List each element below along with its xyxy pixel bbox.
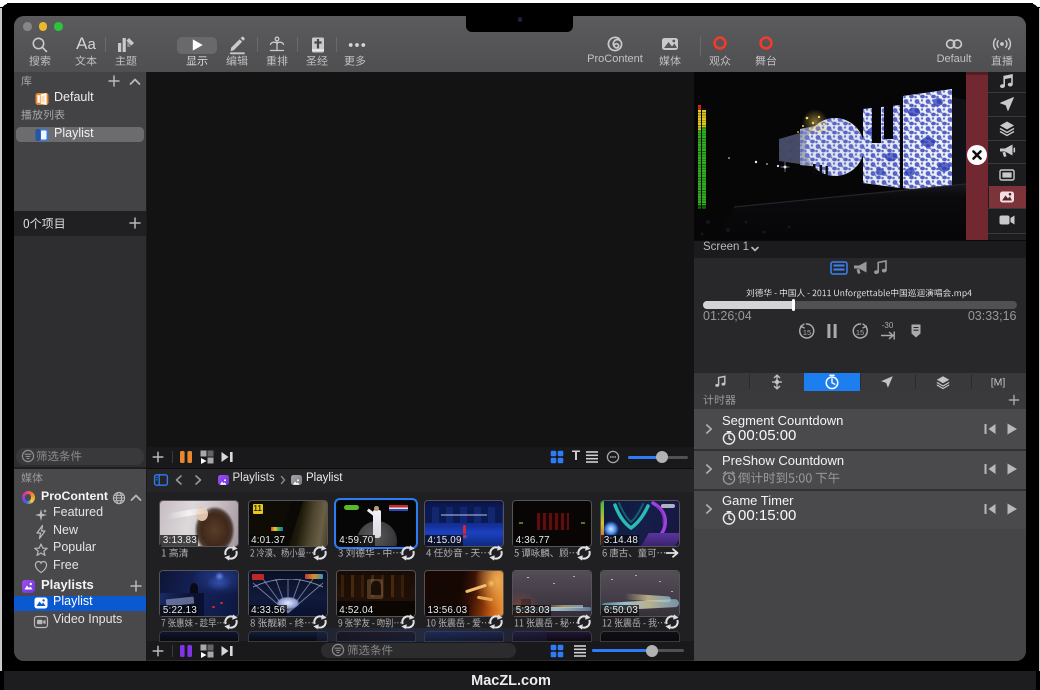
svg-text:[M]: [M] (991, 376, 1006, 388)
svg-text:15: 15 (803, 328, 811, 337)
svg-text:-30: -30 (882, 321, 894, 330)
svg-text:15: 15 (856, 328, 864, 337)
